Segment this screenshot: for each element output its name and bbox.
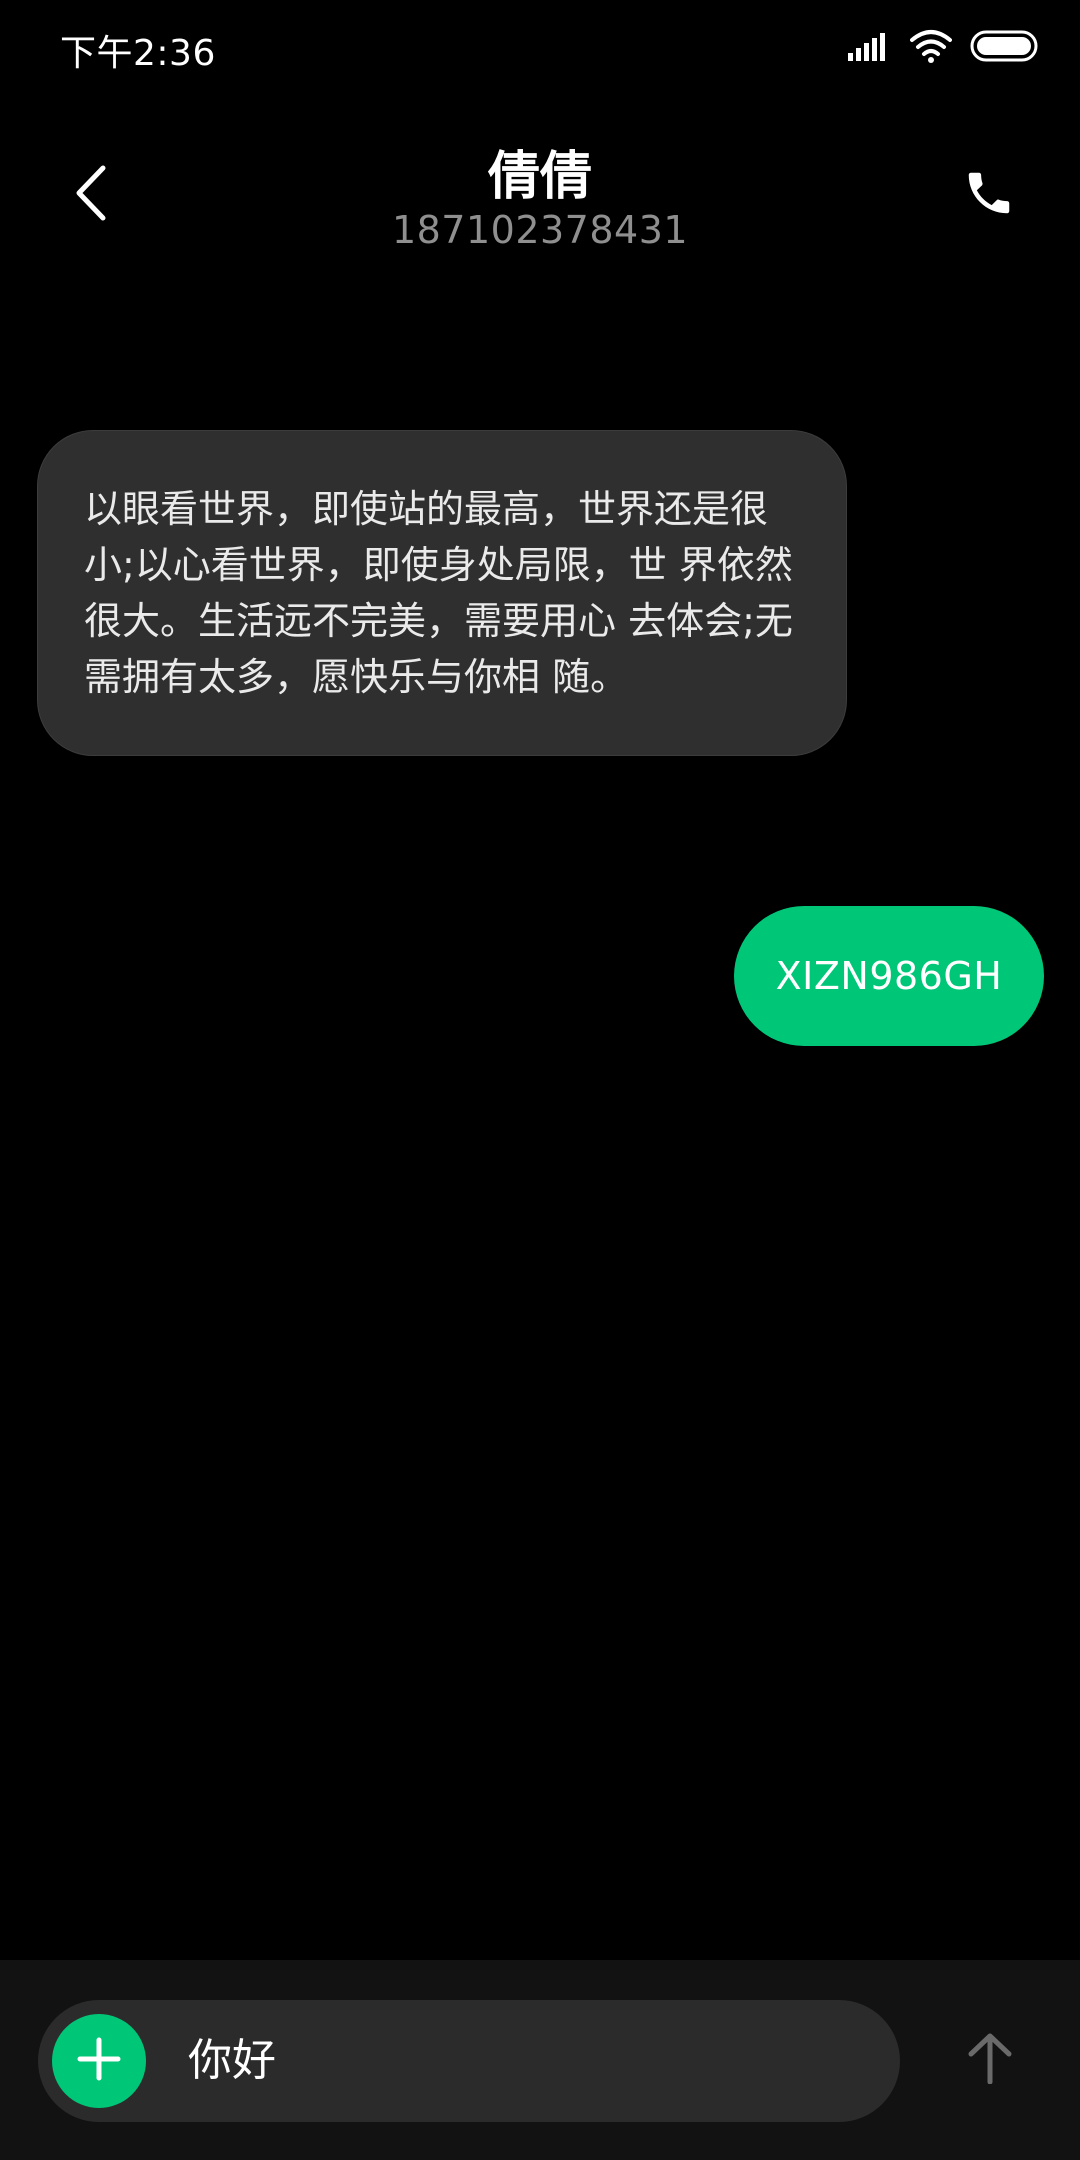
status-icons [848,28,1038,68]
status-bar: 下午2:36 [0,0,1080,95]
phone-icon [962,166,1016,224]
conversation-header: 倩倩 187102378431 [0,110,1080,280]
call-button[interactable] [954,160,1024,230]
composer-bar: 你好 [0,1960,1080,2160]
contact-number: 187102378431 [391,208,689,252]
plus-icon [76,2036,122,2086]
send-arrow-icon [967,2032,1013,2088]
add-attachment-button[interactable] [52,2014,146,2108]
message-input[interactable]: 你好 [188,2000,276,2122]
message-input-container: 你好 [38,2000,900,2122]
outgoing-message-text: XIZN986GH [775,954,1003,998]
status-time: 下午2:36 [60,33,216,74]
signal-icon [848,31,892,65]
wifi-icon [910,29,952,67]
send-button[interactable] [950,2020,1030,2100]
battery-icon [970,30,1038,66]
outgoing-message-bubble[interactable]: XIZN986GH [734,906,1044,1046]
contact-name: 倩倩 [487,147,592,207]
incoming-message-bubble[interactable]: 以眼看世界，即使站的最高，世界还是很小;以心看世界，即使身处局限，世 界依然很大… [37,430,847,756]
incoming-message-text: 以眼看世界，即使站的最高，世界还是很小;以心看世界，即使身处局限，世 界依然很大… [84,487,793,699]
